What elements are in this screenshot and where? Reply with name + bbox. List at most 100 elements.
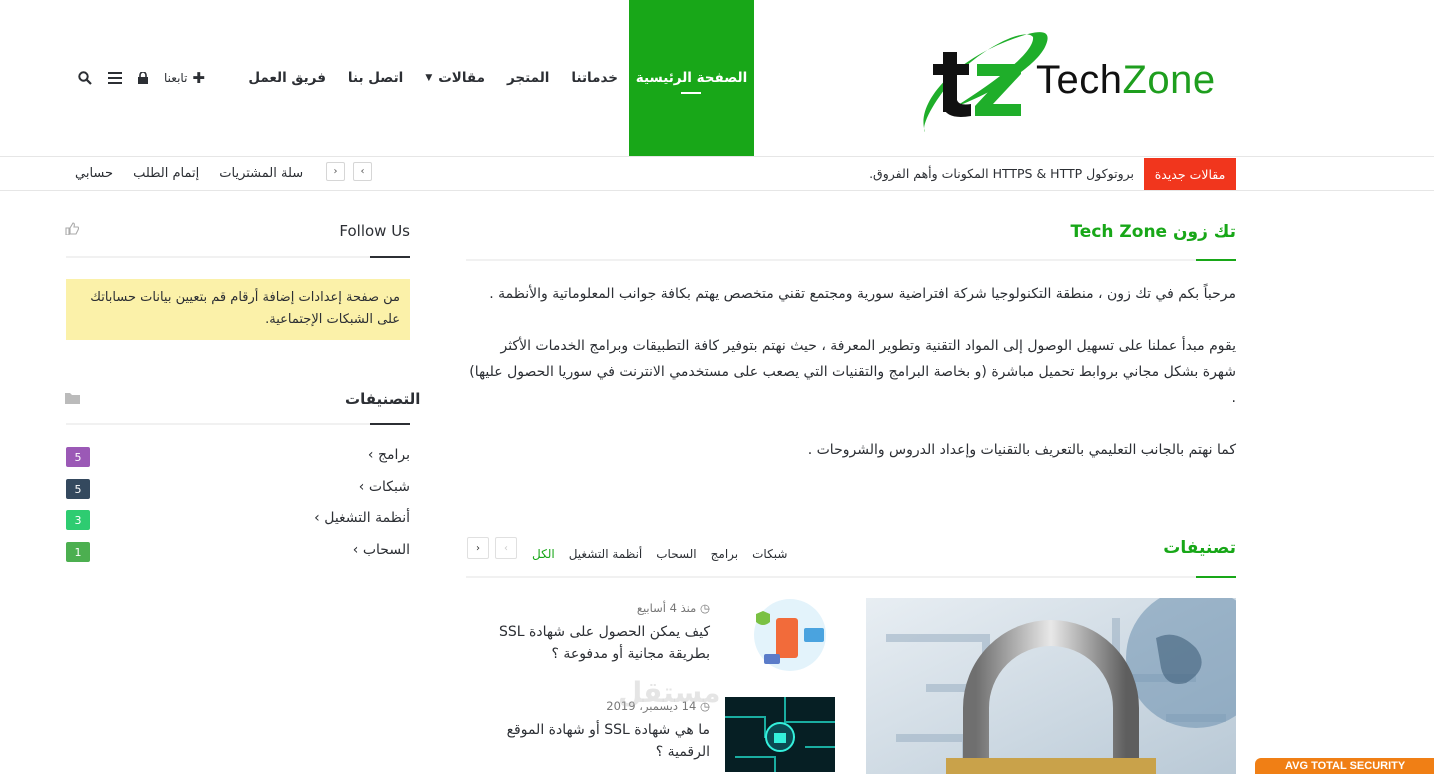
circuit-lock-image — [725, 697, 835, 772]
categories-block-title: تصنيفات — [1163, 538, 1236, 558]
active-underline — [681, 92, 701, 94]
category-count: 3 — [66, 510, 90, 530]
breaking-news-bar: مقالات جديدة بروتوكول HTTPS & HTTP المكو… — [0, 156, 1434, 191]
nav-item-label: الصفحة الرئيسية — [635, 70, 748, 86]
chevron-right-icon: › — [358, 479, 365, 495]
caret-down-icon: ▼ — [425, 73, 433, 83]
about-paragraph: يقوم مبدأ عملنا على تسهيل الوصول إلى الم… — [469, 338, 1236, 406]
logo-wordmark: TechZone — [1036, 58, 1216, 103]
search-icon — [78, 71, 92, 85]
padlock-image — [866, 598, 1236, 774]
ticker-next-button[interactable]: › — [326, 162, 345, 181]
hamburger-icon — [108, 72, 122, 84]
chevron-right-icon: › — [367, 447, 374, 463]
top-links: حسابي إتمام الطلب سلة المشتريات — [75, 157, 303, 190]
category-item-os[interactable]: أنظمة التشغيل › 3 — [66, 510, 410, 532]
category-item-software[interactable]: برامج › 5 — [66, 447, 410, 469]
filter-networks[interactable]: شبكات — [752, 547, 787, 561]
plus-icon: ✚ — [192, 69, 205, 87]
logo-word-zone: Zone — [1122, 58, 1216, 102]
social-settings-notice: من صفحة إعدادات إضافة أرقام قم بتعيين بي… — [66, 279, 410, 340]
category-label: برامج — [377, 447, 410, 463]
nav-item-label: خدماتنا — [571, 70, 618, 86]
post-title[interactable]: كيف يمكن الحصول على شهادة SSL بطريقة مجا… — [470, 621, 710, 665]
about-text: مرحباً بكم في تك زون ، منطقة التكنولوجيا… — [466, 281, 1236, 489]
site-header: TechZone الصفحة الرئيسية خدماتنا المتجر … — [0, 0, 1434, 156]
nav-item-label: فريق العمل — [248, 70, 326, 86]
nav-item-store[interactable]: المتجر — [496, 0, 560, 156]
main-nav: الصفحة الرئيسية خدماتنا المتجر مقالات ▼ ا… — [237, 0, 754, 156]
thumbs-up-icon — [65, 222, 79, 235]
sidebar-accent — [370, 256, 410, 258]
login-button[interactable] — [130, 0, 156, 156]
lock-icon — [138, 72, 148, 84]
nav-item-team[interactable]: فريق العمل — [237, 0, 337, 156]
post-date: ◷ 14 ديسمبر، 2019 — [470, 699, 710, 713]
chevron-left-icon: ‹ — [504, 542, 508, 554]
category-link[interactable]: أنظمة التشغيل › — [314, 510, 410, 526]
chevron-right-icon: › — [476, 542, 480, 554]
clock-icon: ◷ — [699, 601, 710, 615]
category-link[interactable]: شبكات › — [359, 479, 410, 495]
categories-widget-title: التصنيفات — [345, 390, 421, 408]
about-title: تك زون Tech Zone — [1070, 222, 1236, 242]
ticker-prev-button[interactable]: ‹ — [353, 162, 372, 181]
follow-label: تابعنا — [164, 71, 188, 85]
chevron-right-icon: › — [352, 542, 359, 558]
filter-os[interactable]: أنظمة التشغيل — [569, 547, 643, 561]
folder-icon — [65, 393, 80, 404]
header-tools: ✚ تابعنا — [70, 0, 213, 156]
logo-word-tech: Tech — [1036, 58, 1123, 102]
post-thumbnail[interactable] — [746, 598, 835, 672]
filter-software[interactable]: برامج — [711, 547, 738, 561]
menu-button[interactable] — [100, 0, 130, 156]
search-button[interactable] — [70, 0, 100, 156]
block-prev-button[interactable]: ‹ — [495, 537, 517, 559]
nav-item-label: المتجر — [507, 70, 550, 86]
post-item[interactable]: ◷ 14 ديسمبر، 2019 ما هي شهادة SSL أو شها… — [470, 699, 710, 763]
sidebar-accent — [370, 423, 410, 425]
follow-button[interactable]: ✚ تابعنا — [156, 0, 213, 156]
chevron-right-icon: › — [314, 510, 320, 526]
about-paragraph: كما نهتم بالجانب التعليمي بالتعريف بالتق… — [807, 442, 1236, 458]
post-title[interactable]: ما هي شهادة SSL أو شهادة الموقع الرقمية … — [470, 719, 710, 763]
post-item[interactable]: ◷ منذ 4 أسابيع كيف يمكن الحصول على شهادة… — [470, 601, 710, 665]
ssl-certificate-image — [746, 598, 835, 672]
post-thumbnail[interactable] — [725, 697, 835, 772]
nav-item-services[interactable]: خدماتنا — [560, 0, 629, 156]
category-item-cloud[interactable]: السحاب › 1 — [66, 542, 410, 564]
category-label: أنظمة التشغيل — [324, 510, 410, 526]
nav-item-articles[interactable]: مقالات ▼ — [414, 0, 496, 156]
category-count: 1 — [66, 542, 90, 562]
follow-us-title: Follow Us — [339, 222, 410, 240]
antivirus-notification[interactable]: AVG TOTAL SECURITY — [1255, 758, 1434, 774]
nav-item-contact[interactable]: اتصل بنا — [337, 0, 414, 156]
post-date-text: منذ 4 أسابيع — [636, 601, 697, 615]
category-item-networks[interactable]: شبكات › 5 — [66, 479, 410, 501]
chevron-right-icon: › — [333, 166, 338, 177]
toplink-checkout[interactable]: إتمام الطلب — [133, 166, 199, 181]
title-accent — [1196, 259, 1236, 261]
category-label: شبكات — [368, 479, 410, 495]
title-divider — [466, 259, 1236, 261]
featured-post-image[interactable] — [866, 598, 1236, 774]
clock-icon: ◷ — [699, 699, 710, 713]
nav-item-home[interactable]: الصفحة الرئيسية — [629, 0, 754, 156]
toplink-account[interactable]: حسابي — [75, 166, 113, 181]
toplink-cart[interactable]: سلة المشتريات — [219, 166, 303, 181]
breaking-news-link[interactable]: بروتوكول HTTPS & HTTP المكونات وأهم الفر… — [869, 157, 1134, 190]
category-count: 5 — [66, 479, 90, 499]
category-link[interactable]: برامج › — [368, 447, 410, 463]
category-filters: الكل أنظمة التشغيل السحاب برامج شبكات — [532, 547, 787, 561]
category-count: 5 — [66, 447, 90, 467]
chevron-left-icon: ‹ — [360, 166, 365, 177]
about-paragraph: مرحباً بكم في تك زون ، منطقة التكنولوجيا… — [489, 286, 1236, 302]
breaking-news-label: مقالات جديدة — [1144, 158, 1236, 190]
title-divider — [466, 576, 1236, 578]
filter-all[interactable]: الكل — [532, 547, 555, 561]
nav-item-label: مقالات — [438, 70, 485, 86]
filter-cloud[interactable]: السحاب — [656, 547, 696, 561]
block-next-button[interactable]: › — [467, 537, 489, 559]
category-link[interactable]: السحاب › — [353, 542, 410, 558]
sidebar-divider — [66, 423, 410, 425]
